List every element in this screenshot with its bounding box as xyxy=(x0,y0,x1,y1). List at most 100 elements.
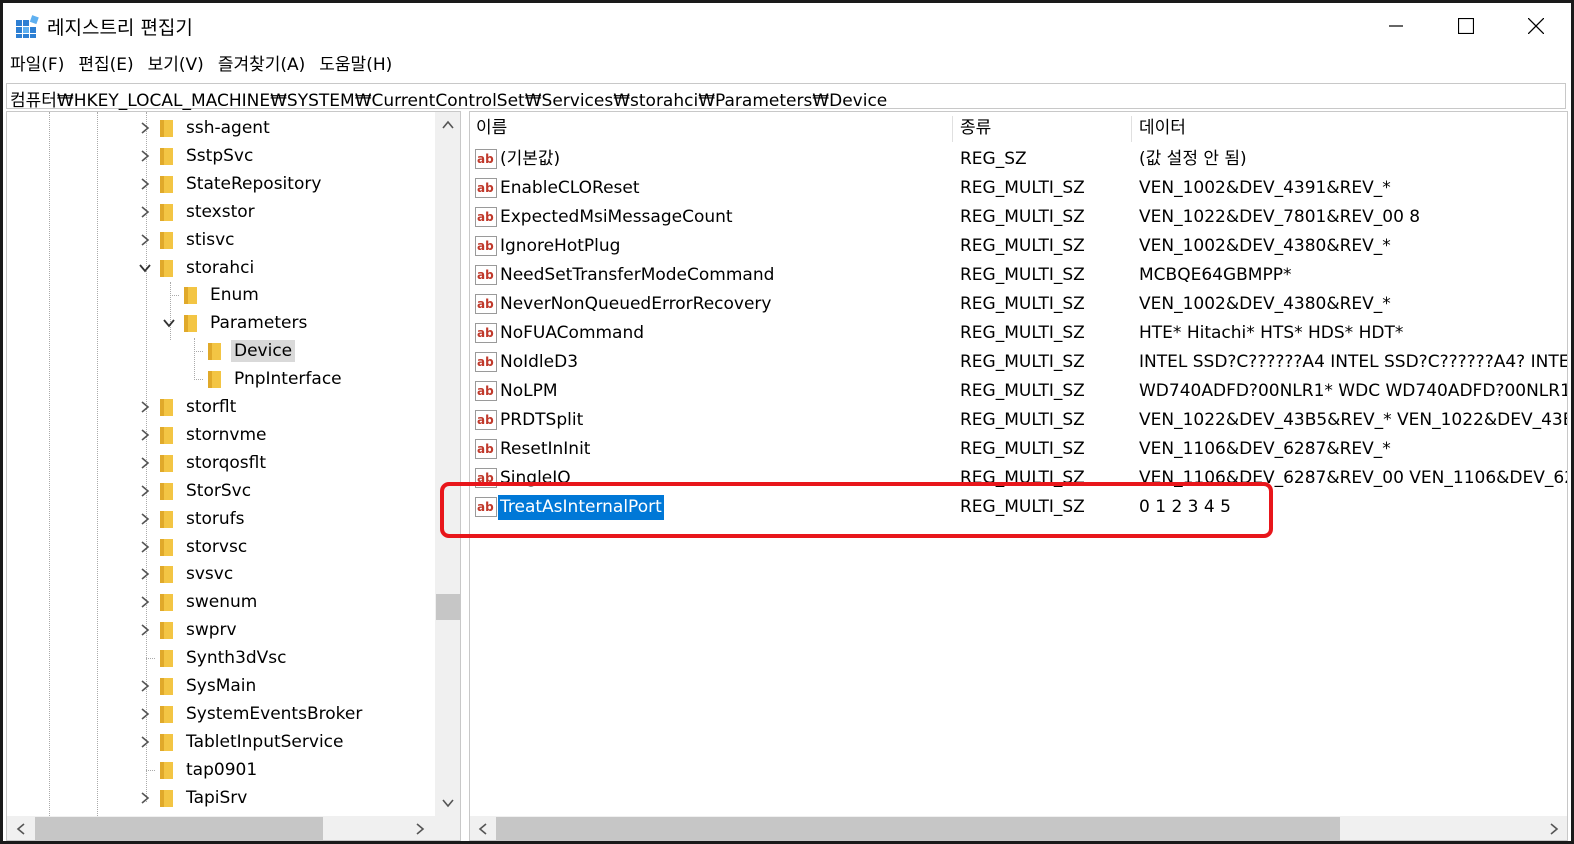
registry-value-row[interactable]: ab EnableCLOReset REG_MULTI_SZ VEN_1002&DEV… xyxy=(470,174,1567,203)
tree-item-label[interactable]: storqosflt xyxy=(183,452,269,474)
menu-file[interactable]: 파일(F) xyxy=(3,51,71,79)
scroll-left-icon[interactable] xyxy=(14,822,28,836)
value-name[interactable]: PRDTSplit xyxy=(498,406,585,435)
tree-item[interactable]: Synth3dVsc xyxy=(137,644,290,672)
registry-value-row[interactable]: ab ResetInInit REG_MULTI_SZ VEN_1106&DEV_62… xyxy=(470,435,1567,464)
tree-item[interactable]: storufs xyxy=(137,505,248,533)
tree-vertical-scrollbar[interactable] xyxy=(435,112,460,816)
tree-item[interactable]: stisvc xyxy=(137,226,238,254)
collapse-chevron-icon[interactable] xyxy=(137,254,153,282)
tree-item-label[interactable]: TapiSrv xyxy=(183,787,250,809)
expand-chevron-icon[interactable] xyxy=(137,700,153,728)
registry-value-row[interactable]: ab SingleIO REG_MULTI_SZ VEN_1106&DEV_6287&… xyxy=(470,464,1567,493)
maximize-button[interactable] xyxy=(1431,3,1501,49)
tree-item[interactable]: storqosflt xyxy=(137,449,269,477)
tree-item-label[interactable]: storahci xyxy=(183,257,257,279)
value-name[interactable]: EnableCLOReset xyxy=(498,174,642,203)
value-name[interactable]: (기본값) xyxy=(498,145,562,174)
menu-help[interactable]: 도움말(H) xyxy=(312,51,399,79)
tree-item-label[interactable]: tap0901 xyxy=(183,759,260,781)
expand-chevron-icon[interactable] xyxy=(137,226,153,254)
tree-item[interactable]: Parameters xyxy=(161,309,310,337)
expand-chevron-icon[interactable] xyxy=(137,616,153,644)
list-hscroll-thumb[interactable] xyxy=(496,817,1340,840)
tree-horizontal-scrollbar[interactable] xyxy=(7,816,435,840)
expand-chevron-icon[interactable] xyxy=(137,588,153,616)
tree-item-label[interactable]: TabletInputService xyxy=(183,731,346,753)
expand-chevron-icon[interactable] xyxy=(137,449,153,477)
registry-value-row[interactable]: ab NoIdleD3 REG_MULTI_SZ INTEL SSD?C??????A… xyxy=(470,348,1567,377)
tree-item[interactable]: swenum xyxy=(137,588,260,616)
tree-item-label[interactable]: storflt xyxy=(183,396,239,418)
scroll-down-icon[interactable] xyxy=(441,796,455,810)
collapse-chevron-icon[interactable] xyxy=(161,309,177,337)
expand-chevron-icon[interactable] xyxy=(137,672,153,700)
tree-item-label[interactable]: StorSvc xyxy=(183,480,254,502)
registry-value-row[interactable]: ab IgnoreHotPlug REG_MULTI_SZ VEN_1002&DEV_… xyxy=(470,232,1567,261)
tree-item-label[interactable]: storufs xyxy=(183,508,248,530)
value-name[interactable]: NeedSetTransferModeCommand xyxy=(498,261,776,290)
tree-item-label[interactable]: SysMain xyxy=(183,675,259,697)
tree-item-label[interactable]: Enum xyxy=(207,284,262,306)
value-name[interactable]: NeverNonQueuedErrorRecovery xyxy=(498,290,773,319)
registry-value-row[interactable]: ab PRDTSplit REG_MULTI_SZ VEN_1022&DEV_43B5… xyxy=(470,406,1567,435)
column-separator[interactable] xyxy=(1131,116,1132,142)
tree-item-label[interactable]: StateRepository xyxy=(183,173,324,195)
minimize-button[interactable] xyxy=(1361,3,1431,49)
tree-item-label[interactable]: swenum xyxy=(183,591,260,613)
tree-item-label[interactable]: PnpInterface xyxy=(231,368,345,390)
tree-item-label[interactable]: Device xyxy=(231,340,296,363)
tree-item[interactable]: SstpSvc xyxy=(137,142,256,170)
menu-edit[interactable]: 편집(E) xyxy=(71,51,140,79)
value-name[interactable]: NoLPM xyxy=(498,377,560,406)
scroll-left-icon[interactable] xyxy=(476,822,490,836)
scroll-right-icon[interactable] xyxy=(1547,822,1561,836)
menu-favorites[interactable]: 즐겨찾기(A) xyxy=(211,51,312,79)
value-name[interactable]: ResetInInit xyxy=(498,435,592,464)
tree-item-label[interactable]: Parameters xyxy=(207,312,310,334)
registry-value-row[interactable]: ab NoFUACommand REG_MULTI_SZ HTE* Hitachi* … xyxy=(470,319,1567,348)
tree-item[interactable]: svsvc xyxy=(137,560,236,588)
tree-item[interactable]: TapiSrv xyxy=(137,784,250,812)
tree-item[interactable]: stexstor xyxy=(137,198,258,226)
tree-item[interactable]: swprv xyxy=(137,616,240,644)
menu-view[interactable]: 보기(V) xyxy=(141,51,211,79)
tree-item-label[interactable]: SystemEventsBroker xyxy=(183,703,365,725)
tree-vscroll-thumb[interactable] xyxy=(436,594,460,620)
registry-value-row[interactable]: ab NeedSetTransferModeCommand REG_MULTI_SZ… xyxy=(470,261,1567,290)
tree-item[interactable]: StorSvc xyxy=(137,477,254,505)
column-separator[interactable] xyxy=(952,116,953,142)
scroll-up-icon[interactable] xyxy=(441,118,455,132)
address-bar[interactable]: 컴퓨터₩HKEY_LOCAL_MACHINE₩SYSTEM₩CurrentCon… xyxy=(6,83,1566,111)
value-name[interactable]: TreatAsInternalPort xyxy=(498,495,664,520)
column-header-data[interactable]: 데이터 xyxy=(1133,112,1563,144)
expand-chevron-icon[interactable] xyxy=(137,170,153,198)
value-name[interactable]: IgnoreHotPlug xyxy=(498,232,622,261)
tree-item[interactable]: storflt xyxy=(137,393,239,421)
expand-chevron-icon[interactable] xyxy=(137,198,153,226)
tree-item[interactable]: storahci xyxy=(137,254,257,282)
tree-item[interactable]: SysMain xyxy=(137,672,259,700)
list-horizontal-scrollbar[interactable] xyxy=(470,816,1567,840)
tree-item[interactable]: TabletInputService xyxy=(137,728,346,756)
close-button[interactable] xyxy=(1501,3,1571,49)
registry-value-row[interactable]: ab NoLPM REG_MULTI_SZ WD740ADFD?00NLR1* WDC… xyxy=(470,377,1567,406)
expand-chevron-icon[interactable] xyxy=(137,142,153,170)
tree-item-label[interactable]: SstpSvc xyxy=(183,145,256,167)
scroll-right-icon[interactable] xyxy=(413,822,427,836)
tree-item-label[interactable]: ssh-agent xyxy=(183,117,273,139)
tree-item[interactable]: StateRepository xyxy=(137,170,324,198)
tree-hscroll-thumb[interactable] xyxy=(35,817,323,840)
tree-item[interactable]: PnpInterface xyxy=(185,365,345,393)
value-name[interactable]: ExpectedMsiMessageCount xyxy=(498,203,735,232)
tree-item[interactable]: ssh-agent xyxy=(137,114,273,142)
tree-item-label[interactable]: storvsc xyxy=(183,536,250,558)
expand-chevron-icon[interactable] xyxy=(137,505,153,533)
expand-chevron-icon[interactable] xyxy=(137,477,153,505)
value-name[interactable]: NoFUACommand xyxy=(498,319,646,348)
registry-value-row[interactable]: ab ExpectedMsiMessageCount REG_MULTI_SZ VEN… xyxy=(470,203,1567,232)
expand-chevron-icon[interactable] xyxy=(137,560,153,588)
expand-chevron-icon[interactable] xyxy=(137,728,153,756)
registry-value-row[interactable]: ab NeverNonQueuedErrorRecovery REG_MULTI_S… xyxy=(470,290,1567,319)
tree-item-label[interactable]: stexstor xyxy=(183,201,258,223)
